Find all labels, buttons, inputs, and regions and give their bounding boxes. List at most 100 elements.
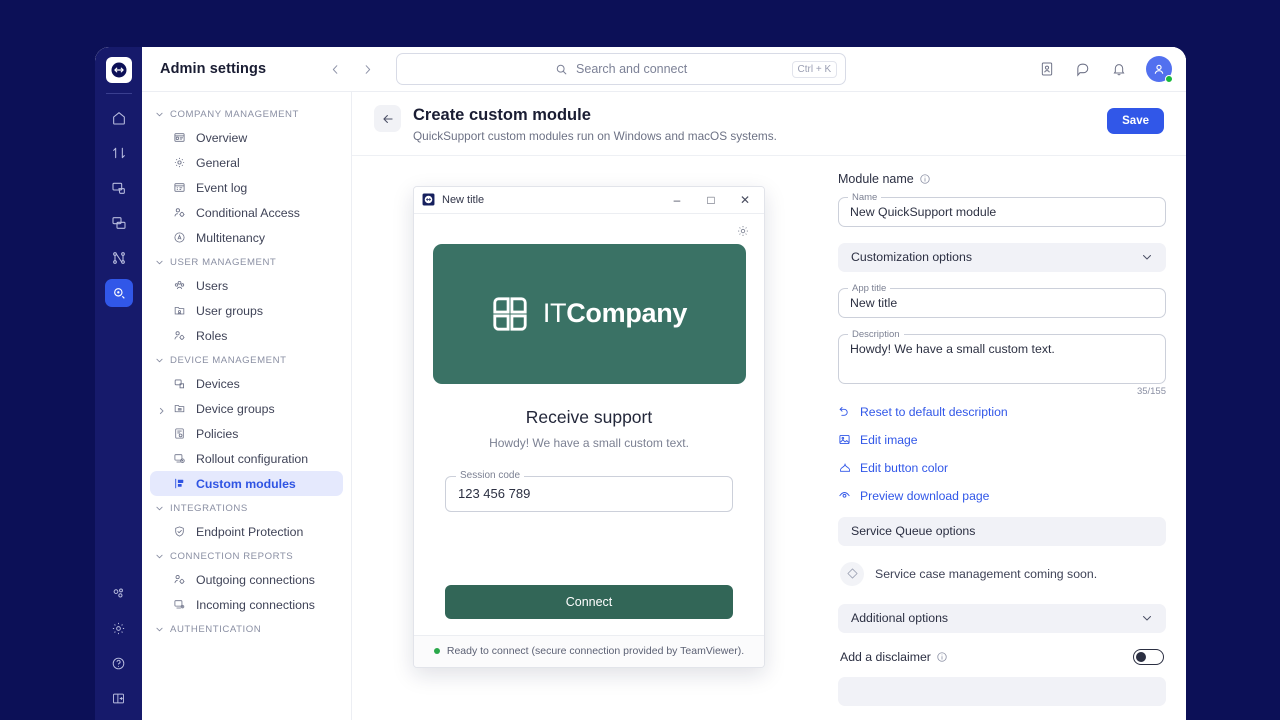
chevron-down-icon[interactable] — [1141, 251, 1153, 263]
info-icon[interactable] — [919, 173, 931, 185]
sidebar-group-connection-reports[interactable]: CONNECTION REPORTS — [142, 544, 351, 567]
status-text: Ready to connect (secure connection prov… — [446, 645, 745, 658]
rail-bottom-group — [105, 579, 133, 720]
sidebar-item-users[interactable]: Users — [150, 273, 343, 298]
diamond-icon — [840, 561, 864, 586]
rail-item-home[interactable] — [105, 104, 133, 132]
sidebar-item-label: Incoming connections — [196, 597, 315, 612]
sidebar-item-roles[interactable]: Roles — [150, 323, 343, 348]
quicksupport-preview-window: New title – □ ✕ ITCompany Receive suppor… — [413, 185, 765, 668]
sidebar-group-label: DEVICE MANAGEMENT — [170, 355, 287, 366]
next-section-placeholder[interactable] — [838, 676, 1166, 706]
sidebar-item-device-groups[interactable]: Device groups — [150, 396, 343, 421]
close-icon[interactable]: ✕ — [728, 187, 762, 213]
module-name-field-value: New QuickSupport module — [850, 204, 997, 219]
rail-item-logout-icon[interactable] — [105, 684, 133, 712]
service-queue-options-section[interactable]: Service Queue options — [838, 516, 1166, 546]
contacts-icon[interactable] — [1038, 60, 1056, 78]
teamviewer-logo-icon — [422, 193, 435, 206]
rail-item-gear-icon[interactable] — [105, 614, 133, 642]
chevron-right-icon[interactable] — [157, 404, 166, 414]
sidebar-item-overview[interactable]: Overview — [150, 125, 343, 150]
chevron-down-icon[interactable] — [1141, 612, 1153, 624]
sidebar-item-conditional-access[interactable]: Conditional Access — [150, 200, 343, 225]
module-name-input[interactable]: Name New QuickSupport module — [838, 191, 1166, 227]
sidebar-item-multitenancy[interactable]: Multitenancy — [150, 225, 343, 250]
session-code-input[interactable]: Session code 123 456 789 — [445, 469, 733, 512]
chevron-down-icon — [154, 258, 164, 268]
preview-status-bar: Ready to connect (secure connection prov… — [414, 634, 764, 667]
sidebar-group-company-management[interactable]: COMPANY MANAGEMENT — [142, 102, 351, 125]
module-name-label: Module name — [838, 171, 914, 186]
sidebar-item-custom-modules[interactable]: Custom modules — [150, 471, 343, 496]
disclaimer-toggle[interactable] — [1133, 648, 1164, 665]
sidebar-item-event-log[interactable]: Event log — [150, 175, 343, 200]
sidebar-item-policies[interactable]: Policies — [150, 421, 343, 446]
rail-item-flowchart[interactable] — [105, 244, 133, 272]
reset-description-label: Reset to default description — [860, 404, 1008, 419]
app-title: Admin settings — [160, 61, 267, 77]
rail-item-help-icon[interactable] — [105, 649, 133, 677]
sidebar-item-label: Outgoing connections — [196, 572, 315, 587]
preview-download-page-label: Preview download page — [860, 488, 990, 503]
preview-download-page-link[interactable]: Preview download page — [838, 489, 1166, 503]
sidebar-item-outgoing-connections[interactable]: Outgoing connections — [150, 567, 343, 592]
description-textarea[interactable]: Description Howdy! We have a small custo… — [838, 328, 1166, 384]
chat-icon[interactable] — [1074, 60, 1092, 78]
rail-item-admin-settings[interactable] — [104, 279, 133, 307]
sidebar-item-incoming-connections[interactable]: Incoming connections — [150, 592, 343, 617]
customization-options-label: Customization options — [851, 250, 972, 265]
chevron-right-icon[interactable] — [358, 60, 376, 78]
description-field-value: Howdy! We have a small custom text. — [850, 341, 1055, 356]
chevron-down-icon — [154, 552, 164, 562]
reset-description-link[interactable]: Reset to default description — [838, 405, 1166, 419]
minimize-icon[interactable]: – — [660, 187, 694, 213]
sidebar-item-devices[interactable]: Devices — [150, 371, 343, 396]
logo-text-light: IT — [542, 298, 567, 329]
teamviewer-logo-icon[interactable] — [105, 57, 132, 83]
user-groups-icon — [172, 303, 187, 318]
chevron-left-icon[interactable] — [326, 60, 344, 78]
status-dot — [433, 648, 440, 655]
back-button[interactable] — [374, 105, 401, 132]
sidebar-group-authentication[interactable]: AUTHENTICATION — [142, 617, 351, 640]
sidebar-item-general[interactable]: General — [150, 150, 343, 175]
rail-item-devices-group[interactable] — [105, 209, 133, 237]
policies-icon — [172, 426, 187, 441]
sidebar-group-integrations[interactable]: INTEGRATIONS — [142, 496, 351, 519]
rail-item-remote-device[interactable] — [105, 174, 133, 202]
roles-icon — [172, 328, 187, 343]
preview-body: ITCompany Receive support Howdy! We have… — [414, 214, 764, 635]
sidebar-group-user-management[interactable]: USER MANAGEMENT — [142, 250, 351, 273]
sidebar-group-label: COMPANY MANAGEMENT — [170, 109, 299, 120]
search-input[interactable]: Search and connect Ctrl + K — [396, 53, 847, 85]
sidebar-item-rollout-configuration[interactable]: Rollout configuration — [150, 446, 343, 471]
desktop-background: Admin settings Search and connect Ctrl +… — [0, 0, 1280, 720]
settings-sidebar[interactable]: COMPANY MANAGEMENT Overview General Even… — [142, 92, 352, 720]
overview-icon — [172, 130, 187, 145]
rail-item-transfer[interactable] — [105, 139, 133, 167]
sidebar-item-label: Custom modules — [196, 476, 296, 491]
sidebar-item-user-groups[interactable]: User groups — [150, 298, 343, 323]
maximize-icon[interactable]: □ — [694, 187, 728, 213]
page-subtitle: QuickSupport custom modules run on Windo… — [413, 128, 777, 143]
multitenancy-icon — [172, 230, 187, 245]
preview-heading: Receive support — [525, 406, 653, 427]
additional-options-section[interactable]: Additional options — [838, 603, 1166, 633]
shield-icon — [172, 524, 187, 539]
avatar[interactable] — [1146, 56, 1173, 83]
sidebar-item-endpoint-protection[interactable]: Endpoint Protection — [150, 519, 343, 544]
info-icon[interactable] — [936, 651, 948, 663]
sidebar-item-label: Event log — [196, 180, 248, 195]
sidebar-group-device-management[interactable]: DEVICE MANAGEMENT — [142, 348, 351, 371]
gear-icon[interactable] — [736, 224, 750, 238]
app-title-input[interactable]: App title New title — [838, 282, 1166, 318]
rail-item-apps-icon[interactable] — [105, 579, 133, 607]
bell-icon[interactable] — [1110, 60, 1128, 78]
app-window: Admin settings Search and connect Ctrl +… — [95, 47, 1186, 720]
save-button[interactable]: Save — [1107, 108, 1164, 134]
edit-image-link[interactable]: Edit image — [838, 433, 1166, 447]
connect-button[interactable]: Connect — [445, 584, 733, 619]
customization-options-section[interactable]: Customization options — [838, 242, 1166, 272]
edit-button-color-link[interactable]: Edit button color — [838, 461, 1166, 475]
